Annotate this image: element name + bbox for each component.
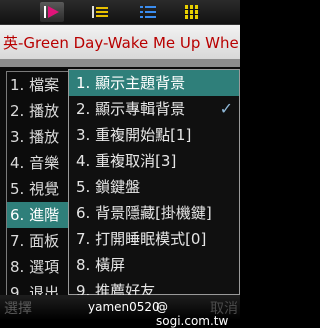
menu-lines-icon: [139, 4, 157, 20]
submenu-item-label: 4. 重複取消[3]: [76, 152, 177, 170]
submenu-item-landscape[interactable]: 8. 橫屏: [69, 252, 239, 278]
main-menu-item-playback[interactable]: 2. 播放: [7, 98, 69, 124]
main-menu-item-play-mode[interactable]: 3. 播放: [7, 124, 69, 150]
softkey-bar: 選擇 yamen0520 @ sogi.com.tw 取消: [0, 295, 240, 328]
main-menu-item-file[interactable]: 1. 檔案: [7, 72, 69, 98]
submenu-item-label: 2. 顯示專輯背景: [76, 100, 186, 118]
submenu-item-label: 6. 背景隱藏[掛機鍵]: [76, 204, 212, 222]
submenu-item-lock-keypad[interactable]: 5. 鎖鍵盤: [69, 174, 239, 200]
submenu-item-label: 1. 顯示主題背景: [76, 74, 186, 92]
main-menu-item-options[interactable]: 8. 選項: [7, 254, 69, 280]
tab-playlist[interactable]: [88, 2, 112, 22]
main-menu-item-visual[interactable]: 5. 視覺: [7, 176, 69, 202]
song-title: 英-Green Day-Wake Me Up When: [3, 34, 240, 52]
submenu-item-label: 7. 打開睡眠模式[0]: [76, 230, 207, 248]
advanced-submenu: 1. 顯示主題背景 2. 顯示專輯背景 ✓ 3. 重複開始點[1] 4. 重複取…: [68, 69, 240, 300]
list-icon: [91, 4, 109, 20]
grid-icon: [183, 4, 201, 20]
tab-now-playing[interactable]: [40, 2, 64, 22]
cancel-softkey[interactable]: 取消: [210, 298, 238, 318]
submenu-item-show-theme-bg[interactable]: 1. 顯示主題背景: [69, 70, 239, 96]
top-tab-bar: [0, 0, 240, 25]
submenu-item-repeat-start[interactable]: 3. 重複開始點[1]: [69, 122, 239, 148]
checkmark-icon: ✓: [219, 99, 233, 118]
submenu-item-sleep-mode[interactable]: 7. 打開睡眠模式[0]: [69, 226, 239, 252]
now-playing-bar: 英-Green Day-Wake Me Up When: [0, 25, 240, 59]
main-menu-item-music[interactable]: 4. 音樂: [7, 150, 69, 176]
main-menu-item-skin[interactable]: 7. 面板: [7, 228, 69, 254]
tab-menu[interactable]: [136, 2, 160, 22]
submenu-item-label: 3. 重複開始點[1]: [76, 126, 192, 144]
menu-area: 1. 檔案 2. 播放 3. 播放 4. 音樂 5. 視覺 6. 進階 7. 面…: [0, 67, 240, 307]
submenu-item-label: 8. 橫屏: [76, 256, 126, 274]
submenu-item-show-album-bg[interactable]: 2. 顯示專輯背景 ✓: [69, 96, 239, 122]
main-menu-item-advanced[interactable]: 6. 進階: [7, 202, 69, 228]
select-softkey[interactable]: 選擇: [4, 298, 32, 318]
submenu-item-repeat-cancel[interactable]: 4. 重複取消[3]: [69, 148, 239, 174]
submenu-item-background-hide[interactable]: 6. 背景隱藏[掛機鍵]: [69, 200, 239, 226]
tab-grid[interactable]: [180, 2, 204, 22]
separator: [0, 59, 240, 67]
submenu-item-label: 5. 鎖鍵盤: [76, 178, 141, 196]
main-menu: 1. 檔案 2. 播放 3. 播放 4. 音樂 5. 視覺 6. 進階 7. 面…: [6, 71, 69, 307]
playlist-play-icon: [43, 4, 61, 20]
watermark-user: yamen0520: [88, 300, 160, 314]
